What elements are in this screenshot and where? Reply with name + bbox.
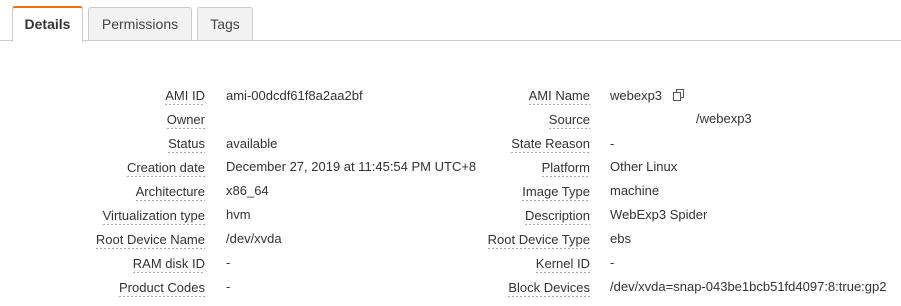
source-value: /webexp3 <box>696 111 752 126</box>
architecture-value: x86_64 <box>226 183 269 198</box>
platform-value: Other Linux <box>610 159 678 174</box>
ami-name-value: webexp3 <box>610 88 663 103</box>
kernel-id-value: - <box>610 255 615 270</box>
tab-bar: Details Permissions Tags <box>0 0 901 42</box>
virtualization-type-label: Virtualization type <box>102 208 205 225</box>
status-label: Status <box>168 136 205 153</box>
creation-date-label: Creation date <box>126 160 205 177</box>
copy-icon[interactable] <box>673 89 685 101</box>
creation-date-value: December 27, 2019 at 11:45:54 PM UTC+8 <box>226 159 477 174</box>
root-device-name-label: Root Device Name <box>95 232 205 249</box>
status-value: available <box>226 136 278 151</box>
tab-details[interactable]: Details <box>12 6 83 42</box>
ami-id-label: AMI ID <box>165 88 205 105</box>
product-codes-value: - <box>226 279 231 294</box>
ram-disk-id-value: - <box>226 255 231 270</box>
block-devices-label: Block Devices <box>508 280 590 297</box>
tab-bar-divider <box>0 40 901 41</box>
owner-label: Owner <box>166 112 205 129</box>
tab-permissions[interactable]: Permissions <box>88 7 192 40</box>
root-device-name-value: /dev/xvda <box>226 231 282 246</box>
image-type-label: Image Type <box>522 184 590 201</box>
ram-disk-id-label: RAM disk ID <box>132 256 205 273</box>
kernel-id-label: Kernel ID <box>535 256 590 273</box>
description-value: WebExp3 Spider <box>610 207 708 222</box>
root-device-type-value: ebs <box>610 231 631 246</box>
source-label: Source <box>548 112 590 129</box>
tab-tags[interactable]: Tags <box>197 7 253 40</box>
platform-label: Platform <box>541 160 590 177</box>
block-devices-value: /dev/xvda=snap-043be1bcb51fd4097:8:true:… <box>610 279 887 294</box>
description-label: Description <box>524 208 590 225</box>
state-reason-label: State Reason <box>511 136 590 153</box>
root-device-type-label: Root Device Type <box>487 232 590 249</box>
ami-name-label: AMI Name <box>528 88 590 105</box>
virtualization-type-value: hvm <box>226 207 251 222</box>
architecture-label: Architecture <box>135 184 205 201</box>
state-reason-value: - <box>610 136 615 151</box>
ami-details-panel: Details Permissions Tags AMI ID ami-00dc… <box>0 0 901 306</box>
product-codes-label: Product Codes <box>119 280 205 297</box>
ami-id-value: ami-00dcdf61f8a2aa2bf <box>226 88 363 103</box>
image-type-value: machine <box>610 183 660 198</box>
